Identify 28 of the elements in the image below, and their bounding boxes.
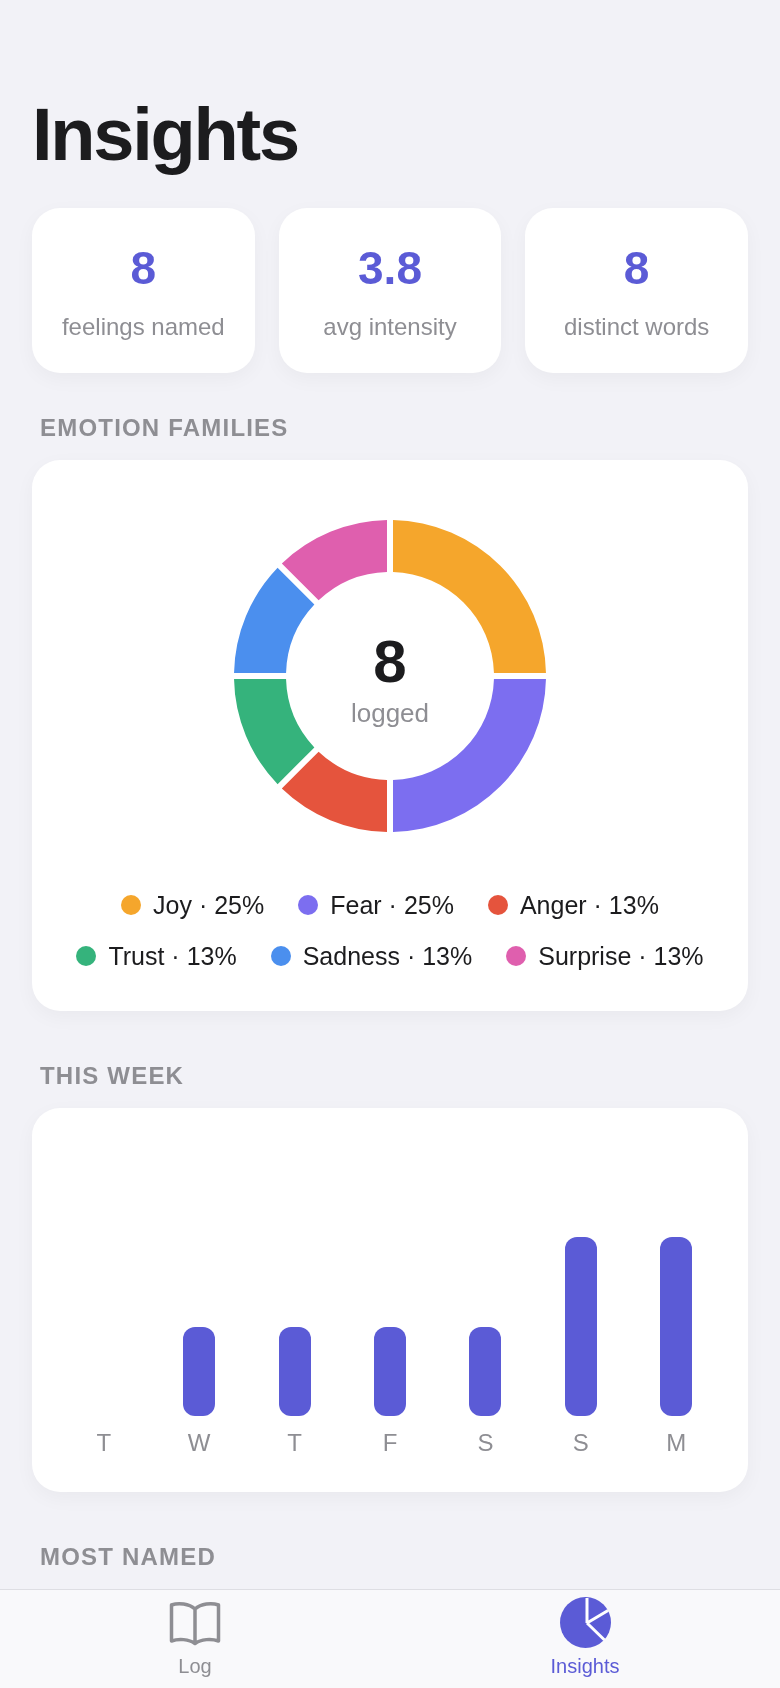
legend-label: Sadness · 13% (302, 941, 473, 972)
day-label: T (96, 1428, 112, 1458)
day-label: F (382, 1428, 398, 1458)
tab-button[interactable]: Insights (550, 1590, 620, 1688)
tab-button[interactable]: Log (169, 1590, 221, 1688)
center-label: logged (350, 699, 430, 726)
day-label: S (477, 1428, 494, 1458)
legend-label: Joy · 25% (153, 890, 265, 921)
stat-value: 3.8 (358, 241, 422, 294)
section-title: MOST NAMED (40, 1542, 216, 1572)
legend-label: Anger · 13% (519, 890, 659, 921)
legend-label: Surprise · 13% (538, 941, 704, 972)
pie-chart-icon (559, 1597, 611, 1648)
day-label: W (187, 1428, 211, 1458)
book-icon (169, 1599, 221, 1646)
day-label: T (287, 1428, 302, 1458)
section-title: EMOTION FAMILIES (40, 413, 289, 443)
center-value: 8 (373, 631, 407, 692)
stat-label: avg intensity (323, 311, 457, 342)
legend-label: Fear · 25% (330, 890, 454, 921)
stat-label: feelings named (61, 311, 225, 342)
stat-value: 8 (130, 241, 157, 294)
stat-label: distinct words (563, 311, 710, 342)
stat-value: 8 (623, 241, 650, 294)
day-label: S (572, 1428, 589, 1458)
section-title: THIS WEEK (40, 1061, 185, 1091)
day-label: M (666, 1428, 687, 1458)
legend-label: Trust · 13% (108, 941, 237, 972)
